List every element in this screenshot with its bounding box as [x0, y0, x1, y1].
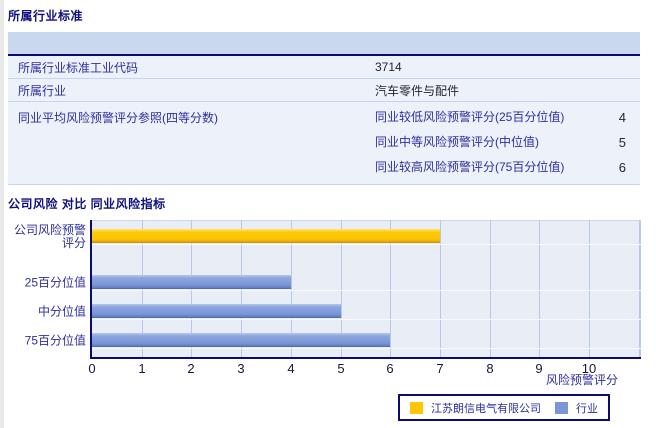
x-axis-title: 风险预警评分 — [545, 373, 618, 387]
gridline — [390, 220, 391, 357]
quartile-value: 5 — [618, 135, 626, 150]
y-axis-line — [90, 220, 92, 359]
table-row-sic-code: 所属行业标准工业代码 3714 — [8, 56, 640, 79]
industry-risk-report-page: 所属行业标准 所属行业标准工业代码 3714 所属行业 汽车零件与配件 同业平均… — [0, 0, 656, 428]
category-label: 25百分位值 — [24, 275, 86, 290]
quartile-row-high: 同业较高风险预警评分(75百分位值) 6 — [375, 155, 640, 180]
quartile-label: 同业较低风险预警评分(25百分位值) — [375, 110, 565, 124]
row-value: 3714 — [375, 60, 402, 74]
category-separator — [92, 348, 641, 349]
row-label: 所属行业 — [18, 83, 67, 98]
legend-label-industry: 行业 — [576, 402, 598, 415]
quartile-value: 6 — [618, 160, 626, 175]
quartile-value: 4 — [618, 110, 626, 125]
chart-bar-industry — [92, 304, 341, 318]
x-tick-label: 5 — [337, 361, 345, 376]
x-axis-line — [90, 357, 641, 359]
gridline — [539, 220, 540, 357]
chart-legend: 江苏朗信电气有限公司 行业 — [398, 394, 610, 421]
gridline — [291, 220, 292, 357]
x-tick-label: 1 — [138, 361, 146, 376]
legend-swatch-industry-icon — [555, 401, 568, 414]
section-title-industry-standard: 所属行业标准 — [8, 9, 84, 23]
legend-swatch-company-icon — [410, 401, 423, 414]
category-label: 中分位值 — [37, 304, 86, 319]
category-label: 75百分位值 — [24, 333, 86, 348]
x-tick-label: 2 — [187, 361, 195, 376]
page-left-edge — [0, 0, 4, 428]
x-tick-label: 4 — [287, 361, 295, 376]
legend-label-company: 江苏朗信电气有限公司 — [431, 402, 541, 415]
gridline — [241, 220, 242, 357]
gridline — [142, 220, 143, 357]
chart-bar-company — [92, 229, 440, 243]
gridline — [639, 220, 640, 357]
x-tick-label: 0 — [88, 361, 96, 376]
industry-standard-table: 所属行业标准工业代码 3714 所属行业 汽车零件与配件 同业平均风险预警评分参… — [8, 32, 640, 185]
row-label: 同业平均风险预警评分参照(四等分数) — [18, 111, 218, 125]
table-row-industry: 所属行业 汽车零件与配件 — [8, 79, 640, 102]
section-title-risk-comparison: 公司风险 对比 同业风险指标 — [8, 197, 166, 211]
quartile-sub-rows: 同业较低风险预警评分(25百分位值) 4 同业中等风险预警评分(中位值) 5 同… — [375, 102, 640, 184]
chart-bar-industry — [92, 275, 291, 289]
row-value: 汽车零件与配件 — [375, 83, 460, 98]
gridline — [589, 220, 590, 357]
table-row-quartile-scores: 同业平均风险预警评分参照(四等分数) 同业较低风险预警评分(25百分位值) 4 … — [8, 102, 640, 185]
quartile-label: 同业较高风险预警评分(75百分位值) — [375, 160, 565, 174]
x-tick-label: 10 — [581, 361, 597, 376]
x-tick-label: 3 — [237, 361, 245, 376]
chart-bar-industry — [92, 333, 390, 347]
category-separator — [92, 290, 641, 291]
gridline — [341, 220, 342, 357]
chart-plot-area — [92, 220, 641, 357]
category-label: 公司风险预警评分 — [13, 223, 86, 250]
gridline — [191, 220, 192, 357]
row-label: 所属行业标准工业代码 — [18, 60, 139, 75]
x-tick-label: 7 — [436, 361, 444, 376]
quartile-row-low: 同业较低风险预警评分(25百分位值) 4 — [375, 105, 640, 130]
x-tick-label: 6 — [386, 361, 394, 376]
category-separator — [92, 319, 641, 320]
quartile-row-median: 同业中等风险预警评分(中位值) 5 — [375, 130, 640, 155]
x-tick-label: 9 — [535, 361, 543, 376]
table-header-band — [8, 32, 640, 56]
category-separator — [92, 244, 641, 245]
quartile-label: 同业中等风险预警评分(中位值) — [375, 135, 539, 149]
x-tick-label: 8 — [486, 361, 494, 376]
gridline — [440, 220, 441, 357]
gridline — [490, 220, 491, 357]
